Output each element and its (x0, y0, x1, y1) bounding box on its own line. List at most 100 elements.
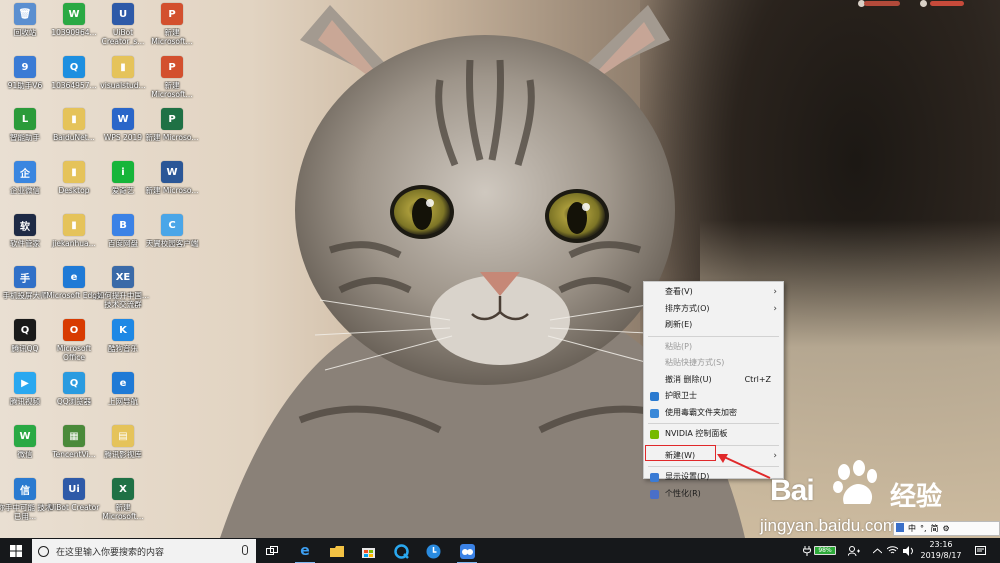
show-hidden-icons-chevron-icon[interactable] (873, 538, 882, 563)
desktop-icon[interactable]: P 新建 Microsoft... (147, 3, 197, 51)
office-icon: O (63, 319, 85, 341)
publisher-file-icon: P (161, 108, 183, 130)
taskbar: 在这里输入你要搜索的内容 e 98% 23:16 2019/8/17 (0, 538, 1000, 563)
clock-app-icon[interactable] (423, 541, 443, 561)
desktop-icon[interactable]: ▤ 腾讯影视库 (98, 425, 148, 473)
menu-item-label: 查看(V) (665, 287, 693, 296)
desktop-icon[interactable]: ▦ TencentVi... (49, 425, 99, 473)
desktop-icon[interactable]: Q 腾讯QQ (0, 319, 50, 367)
notification-center-icon[interactable] (975, 538, 986, 563)
ime-item[interactable]: ⚙ (943, 524, 950, 533)
edge-icon: e (63, 266, 85, 288)
desktop-icon[interactable]: C 天翼校园客户端 (145, 214, 199, 262)
desktop-icon[interactable]: Q 10364957... (49, 56, 99, 104)
microphone-icon[interactable] (242, 545, 248, 555)
desktop-icon-label: TencentVi... (52, 450, 96, 459)
desktop-icon-label: 新建 Microso... (145, 186, 199, 195)
cortana-circle-icon (38, 545, 49, 557)
desktop-icon[interactable]: 软软件管家 (0, 214, 50, 262)
battery-indicator[interactable]: 98% (814, 546, 836, 555)
desktop-icon[interactable]: X 新建 Microsoft... (98, 478, 148, 526)
menu-separator (648, 335, 779, 337)
desktop-icon[interactable]: P 新建 Microsoft... (147, 56, 197, 104)
file-explorer-icon[interactable] (327, 541, 347, 561)
annotation-arrow-icon (717, 454, 771, 479)
software-manager-icon: 软 (14, 214, 36, 236)
menu-item-label: 个性化(R) (665, 488, 701, 498)
taskbar-search-box[interactable]: 在这里输入你要搜索的内容 (32, 539, 256, 563)
desktop-icon-label: 新建 Microsoft... (151, 28, 193, 46)
task-view-icon[interactable] (262, 541, 282, 561)
wifi-icon[interactable] (887, 538, 898, 563)
desktop-icon[interactable]: Q QQ浏览器 (49, 372, 99, 420)
desktop-icon[interactable]: B 百度网盘 (98, 214, 148, 262)
desktop-icon[interactable]: ▶ 腾讯视频 (0, 372, 50, 420)
context-menu-item[interactable]: 使用毒霸文件夹加密 (644, 405, 783, 422)
desktop-icon[interactable]: O Microsoft Office (49, 319, 99, 367)
desktop-icon-label: visualstud... (100, 81, 146, 90)
menu-item-label: 撤消 删除(U) (665, 374, 712, 384)
qq-browser-icon: Q (63, 372, 85, 394)
desktop-icon-label: 天翼校园客户端 (145, 239, 199, 248)
desktop-icon[interactable]: K 酷狗音乐 (98, 319, 148, 367)
store-icon[interactable] (358, 541, 378, 561)
desktop-icon[interactable]: 手手机投屏大师 (0, 266, 50, 314)
floating-widget[interactable] (858, 0, 998, 8)
desktop-icon[interactable]: 信你手中可能 技术已用... (0, 478, 52, 526)
desktop-icon[interactable]: L 智能助手 (0, 108, 50, 156)
context-menu-item[interactable]: 查看(V) › (644, 284, 783, 301)
desktop-icon-label: 酷狗音乐 (108, 344, 138, 353)
desktop-icon[interactable]: Ui UiBot Creator (49, 478, 99, 526)
desktop-icon[interactable]: 🗑 回收站 (0, 3, 50, 51)
desktop-icon[interactable]: e 上网导航 (98, 372, 148, 420)
widget-dot-icon (920, 0, 927, 7)
campus-client-icon: C (161, 214, 183, 236)
ime-item[interactable]: 中 (908, 523, 916, 534)
desktop-icon[interactable]: ▮ visualstud... (98, 56, 148, 104)
desktop-icon[interactable]: W WPS 2019 (98, 108, 148, 156)
desktop-icon[interactable]: e Microsoft Edge (46, 266, 102, 314)
desktop-icon[interactable]: W 10390964... (49, 3, 99, 51)
desktop-icon[interactable]: W 微信 (0, 425, 50, 473)
desktop-icon[interactable]: XE 如何提升中国... 技术交流群 (97, 266, 149, 314)
context-menu-item[interactable]: 撤消 删除(U) Ctrl+Z (644, 372, 783, 389)
desktop-icon-label: WPS 2019 (103, 133, 143, 142)
desktop-icon-label: 百度网盘 (108, 239, 138, 248)
desktop-icon-label: 新建 Microso... (145, 133, 199, 142)
desktop-icon[interactable]: P 新建 Microso... (145, 108, 199, 156)
context-menu-item[interactable]: 刷新(E) (644, 317, 783, 334)
qq-browser-taskbar-icon[interactable] (391, 541, 411, 561)
desktop-icon[interactable]: W 新建 Microso... (145, 161, 199, 209)
desktop-icon[interactable]: 企企业微信 (0, 161, 50, 209)
context-menu-item[interactable]: 排序方式(O) › (644, 301, 783, 318)
search-placeholder: 在这里输入你要搜索的内容 (56, 547, 165, 558)
volume-icon[interactable] (903, 538, 914, 563)
desktop-icon[interactable]: i 爱奇艺 (98, 161, 148, 209)
edge-taskbar-icon[interactable]: e (295, 541, 315, 563)
desktop-icon[interactable]: ▮ BaiduNet... (49, 108, 99, 156)
word-file-icon: W (161, 161, 183, 183)
recycle-bin-icon: 🗑 (14, 3, 36, 25)
ime-item[interactable]: 简 (931, 523, 939, 534)
menu-item-shortcut: Ctrl+Z (744, 374, 771, 384)
context-menu-item[interactable]: 个性化(R) (644, 486, 783, 503)
ime-toolbar[interactable]: 中 °, 简 ⚙ (893, 521, 1000, 536)
folder-icon: ▮ (63, 161, 85, 183)
system-clock[interactable]: 23:16 2019/8/17 (918, 540, 964, 561)
menu-item-icon (650, 430, 659, 439)
desktop-icon[interactable]: ▮ Desktop (49, 161, 99, 209)
desktop-icon[interactable]: 9 91助手V6 (0, 56, 50, 104)
menu-item-label: 粘贴(P) (665, 341, 693, 351)
ime-item[interactable]: °, (920, 524, 927, 533)
people-icon[interactable] (848, 538, 860, 563)
folder-icon: ▮ (112, 56, 134, 78)
wechat-app-icon: W (14, 425, 36, 447)
context-menu-item[interactable]: 护眼卫士 (644, 388, 783, 405)
desktop-icon[interactable]: U UiBot Creator_s... (98, 3, 148, 51)
power-plug-icon[interactable] (803, 538, 811, 563)
start-button[interactable] (0, 538, 32, 563)
desktop-icon[interactable]: ▮ jiekanhua... (49, 214, 99, 262)
baidu-netdisk-taskbar-icon[interactable] (457, 541, 477, 563)
desktop-icon-label: 腾讯影视库 (104, 450, 142, 459)
context-menu-item[interactable]: NVIDIA 控制面板 (644, 426, 783, 443)
